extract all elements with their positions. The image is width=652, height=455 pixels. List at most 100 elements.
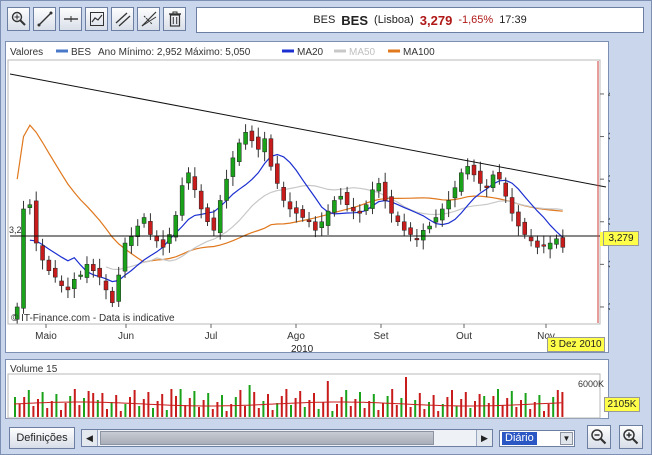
- candle-body: [262, 138, 267, 153]
- definitions-button[interactable]: Definições: [9, 427, 75, 449]
- candle-body: [236, 142, 242, 162]
- volume-bar: [207, 393, 210, 417]
- year-label: 2010: [291, 344, 314, 355]
- bottom-bar: Definições ◀ ▶ Diário ▼: [5, 425, 649, 452]
- trend-line[interactable]: [9, 73, 607, 188]
- candle-body: [281, 186, 286, 201]
- volume-bar: [87, 391, 90, 417]
- volume-bar: [299, 391, 302, 417]
- volume-bar: [60, 410, 62, 417]
- price-change: -1,65%: [458, 14, 494, 26]
- price-chart[interactable]: Valores BES Ano Mínimo: 2,952 Máximo: 5,…: [6, 42, 622, 354]
- candle-body: [154, 235, 160, 242]
- legend-range-text: Ano Mínimo: 2,952 Máximo: 5,050: [98, 47, 251, 58]
- chevron-down-icon[interactable]: ▼: [560, 432, 573, 445]
- zoom-out-button[interactable]: [587, 425, 611, 449]
- legend-ma50: MA50: [349, 47, 376, 58]
- volume-chart[interactable]: Volume 15 6000K: [6, 360, 610, 420]
- candle-body: [433, 217, 439, 223]
- x-tick-label: Out: [456, 331, 472, 342]
- candle-body: [275, 163, 280, 184]
- volume-bar: [510, 391, 513, 417]
- volume-bar: [184, 405, 187, 417]
- candle-body: [173, 215, 179, 238]
- legend-ma100: MA100: [403, 47, 435, 58]
- candle-body: [522, 221, 528, 235]
- volume-bar: [257, 408, 260, 417]
- candle-body: [72, 279, 77, 289]
- current-date-tag-text: 3 Dez 2010: [550, 339, 602, 350]
- volume-bar: [303, 407, 306, 417]
- scroll-left-arrow-icon[interactable]: ◀: [82, 430, 98, 446]
- trend-channel-tool-button[interactable]: [111, 7, 134, 31]
- price-chart-panel[interactable]: Valores BES Ano Mínimo: 2,952 Máximo: 5,…: [5, 41, 622, 354]
- candle-body: [414, 238, 420, 241]
- volume-bar: [487, 403, 490, 417]
- x-tick-label: Ago: [287, 331, 305, 342]
- volume-current-tag-text: 2105K: [607, 399, 637, 410]
- volume-bar: [405, 377, 407, 417]
- volume-bar: [382, 403, 384, 417]
- candle-body: [141, 217, 147, 224]
- candle-body: [351, 207, 356, 212]
- volume-bar: [165, 410, 168, 417]
- volume-bar: [455, 406, 458, 417]
- volume-bar: [198, 407, 200, 417]
- candle-body: [547, 242, 553, 250]
- volume-bar: [152, 408, 154, 417]
- volume-bar: [129, 397, 131, 417]
- volume-bar: [432, 395, 435, 417]
- zoom-in-button[interactable]: [619, 425, 643, 449]
- candle-body: [129, 236, 134, 246]
- scroll-thumb[interactable]: [100, 431, 434, 445]
- candle-body: [148, 221, 153, 235]
- candle-body: [186, 172, 191, 184]
- volume-bar: [55, 394, 58, 417]
- candle-body: [122, 242, 128, 272]
- current-date-tag: 3 Dez 2010: [547, 337, 605, 352]
- candle-body: [205, 207, 210, 223]
- fibonacci-tool-button[interactable]: [137, 7, 160, 31]
- volume-bar: [483, 396, 486, 417]
- zoom-crosshair-tool-button[interactable]: [7, 7, 30, 31]
- exchange-name: (Lisboa): [374, 14, 414, 26]
- edit-study-tool-button[interactable]: [85, 7, 108, 31]
- y-axis: 3 3,2 3,4 3,6 3,8 4: [600, 89, 622, 313]
- draw-line-tool-button[interactable]: [33, 7, 56, 31]
- candle-body: [478, 170, 483, 184]
- y-tick-label: 3,4: [608, 217, 610, 228]
- left-price-label: 3,2: [9, 225, 22, 235]
- chart-scrollbar[interactable]: ◀ ▶: [81, 429, 493, 447]
- period-select[interactable]: Diário ▼: [499, 430, 575, 447]
- trash-icon: [168, 11, 181, 27]
- candle-body: [427, 225, 432, 230]
- volume-bar: [170, 389, 173, 417]
- candle-body: [554, 238, 559, 245]
- x-tick-label: Maio: [35, 331, 57, 342]
- volume-bar: [115, 395, 118, 417]
- volume-panel[interactable]: Volume 15 6000K: [5, 359, 609, 419]
- volume-bar: [32, 406, 35, 417]
- volume-bar: [322, 402, 325, 417]
- candle-body: [224, 178, 229, 201]
- delete-button[interactable]: [163, 7, 186, 31]
- candle-body: [465, 166, 470, 175]
- volume-bar: [41, 392, 44, 417]
- candle-body: [78, 274, 83, 277]
- volume-bar: [18, 404, 21, 417]
- candle-body: [452, 187, 458, 199]
- candle-body: [370, 189, 375, 209]
- candle-body: [40, 245, 45, 261]
- candle-body: [179, 185, 185, 216]
- candle-body: [401, 221, 407, 231]
- candle-body: [490, 174, 496, 188]
- volume-bar: [543, 411, 545, 417]
- candle-body: [363, 204, 369, 211]
- scroll-right-arrow-icon[interactable]: ▶: [476, 430, 492, 446]
- volume-bar: [211, 409, 214, 417]
- current-price-tag-text: 3,279: [608, 233, 634, 244]
- candle-body: [249, 130, 255, 142]
- volume-bar: [492, 396, 495, 417]
- horizontal-line-tool-button[interactable]: [59, 7, 82, 31]
- volume-bar: [294, 398, 297, 417]
